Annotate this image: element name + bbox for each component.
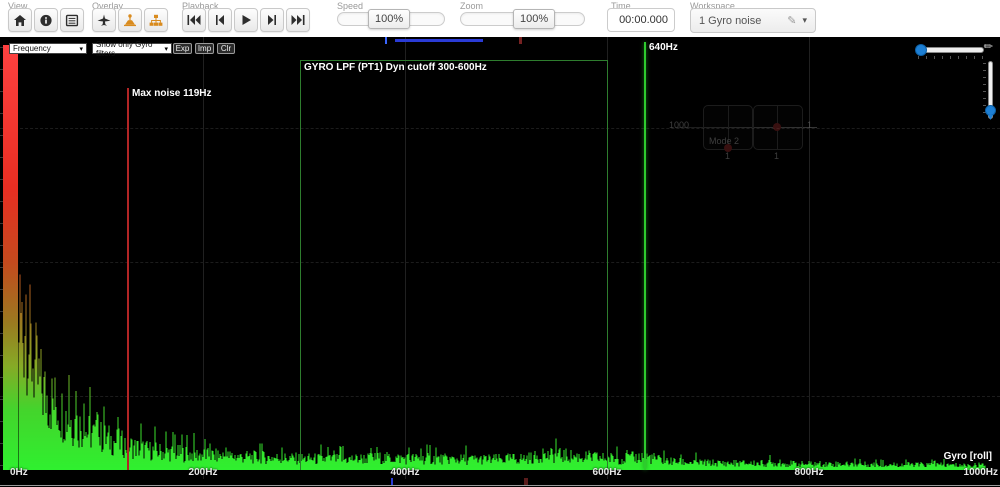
jump-end-icon (291, 14, 305, 26)
step-forward-button[interactable] (260, 8, 284, 32)
jump-to-end-button[interactable] (286, 8, 310, 32)
info-icon (39, 14, 53, 27)
log-details-icon (65, 14, 79, 27)
jump-to-start-button[interactable] (182, 8, 206, 32)
sticks-mode-label: Mode 2 (709, 136, 739, 146)
max-noise-marker-line (127, 88, 129, 470)
sticks-overlay: 1000 Mode 2 1 1 1 (665, 103, 825, 163)
axis-tick-800hz: 800Hz (795, 467, 824, 478)
axis-tick-600hz: 600Hz (593, 467, 622, 478)
timeline-selection-bar[interactable] (395, 39, 483, 42)
zoom-group-label: Zoom (460, 1, 483, 11)
log-details-button[interactable] (60, 8, 84, 32)
analyser-overlay-button[interactable] (118, 8, 142, 32)
vertical-zoom-thumb[interactable] (985, 105, 996, 116)
horizontal-zoom-thumb[interactable] (915, 44, 927, 56)
view-mode-value: Frequency (13, 44, 51, 53)
graph-view-mode-select[interactable]: Frequency ▾ (9, 43, 87, 54)
step-back-icon (213, 14, 227, 26)
speed-value-bubble[interactable]: 100% (368, 9, 410, 29)
play-icon (239, 14, 253, 26)
blackbox-explorer-window: View Overlay Playback Speed Zoom Time Wo… (0, 0, 1000, 487)
pencil-icon[interactable]: ✎ (787, 14, 796, 27)
aux-value: 1 (807, 120, 812, 130)
sticks-icon (149, 14, 163, 27)
filters-value: Show only Gyro filters (96, 40, 164, 58)
spectrum-graph-canvas[interactable]: 1000 Mode 2 1 1 1 GYRO LPF (PT1) Dyn cut… (0, 37, 1000, 487)
step-forward-icon (265, 14, 279, 26)
axis-tick-0hz: 0Hz (10, 467, 28, 478)
caret-down-icon[interactable]: ▾ (802, 15, 807, 26)
right-stick-dot (773, 123, 781, 131)
home-button[interactable] (8, 8, 32, 32)
timeline-position-marker[interactable] (519, 37, 522, 44)
main-toolbar: View Overlay Playback Speed Zoom Time Wo… (0, 0, 1000, 37)
sticks-overlay-button[interactable] (144, 8, 168, 32)
workspace-value: 1 Gyro noise (699, 15, 781, 27)
left-stick-value: 1 (725, 151, 730, 161)
graph-bottom-border (0, 485, 1000, 486)
speed-group-label: Speed (337, 1, 363, 11)
log-info-button[interactable] (34, 8, 58, 32)
axis-tick-200hz: 200Hz (189, 467, 218, 478)
import-button[interactable]: Imp (195, 43, 214, 54)
play-button[interactable] (234, 8, 258, 32)
clear-button[interactable]: Clr (217, 43, 235, 54)
craft-icon (97, 14, 111, 27)
timeline-start-marker[interactable] (385, 37, 387, 44)
series-label: Gyro [roll] (944, 451, 992, 462)
log-timeline-bottom[interactable] (0, 478, 1000, 485)
graph-filters-select[interactable]: Show only Gyro filters ▾ (92, 43, 172, 54)
throttle-value: 1000 (669, 120, 689, 130)
export-button[interactable]: Exp (173, 43, 192, 54)
max-noise-label: Max noise 119Hz (132, 88, 211, 99)
analyser-icon (123, 14, 137, 27)
chevron-down-icon: ▾ (164, 45, 168, 53)
home-icon (13, 14, 27, 27)
axis-tick-1000hz: 1000Hz (964, 467, 998, 478)
time-input[interactable] (607, 8, 675, 32)
cutoff-640hz-marker-line (644, 42, 646, 470)
timeline-bottom-position-marker[interactable] (524, 478, 528, 485)
craft-overlay-button[interactable] (92, 8, 116, 32)
timeline-bottom-blue-marker[interactable] (391, 478, 393, 485)
chevron-down-icon: ▾ (79, 45, 83, 53)
gyro-lpf-label: GYRO LPF (PT1) Dyn cutoff 300-600Hz (304, 62, 487, 73)
step-back-button[interactable] (208, 8, 232, 32)
axis-tick-400hz: 400Hz (391, 467, 420, 478)
zoom-value-bubble[interactable]: 100% (513, 9, 555, 29)
horizontal-slider-ticks (918, 56, 984, 59)
right-stick-value: 1 (774, 151, 779, 161)
workspace-dropdown[interactable]: 1 Gyro noise ✎ ▾ (690, 8, 816, 33)
gyro-lpf-cutoff-region: GYRO LPF (PT1) Dyn cutoff 300-600Hz (300, 60, 608, 470)
jump-start-icon (187, 14, 201, 26)
